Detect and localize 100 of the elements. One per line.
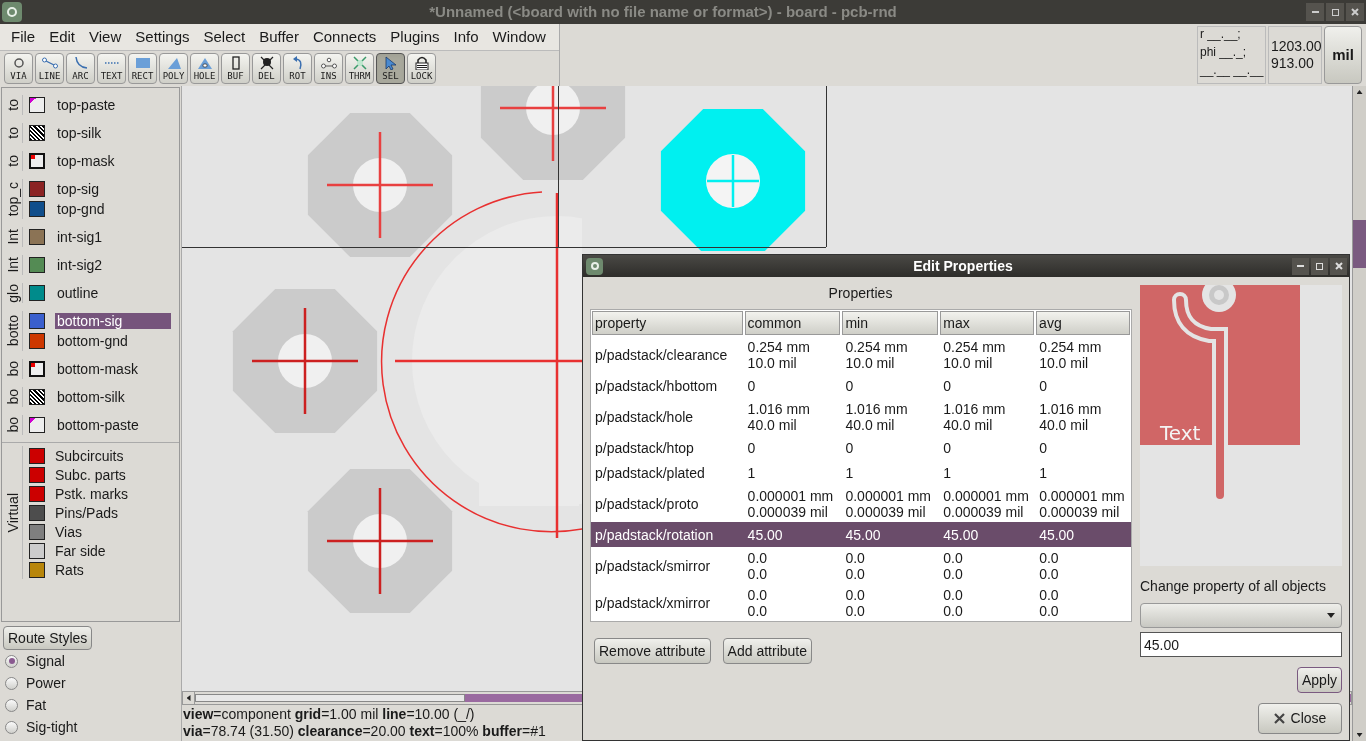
- table-row[interactable]: p/padstack/plated 1 1 1 1: [591, 460, 1131, 485]
- layer-color-swatch[interactable]: [29, 313, 45, 329]
- table-row[interactable]: p/padstack/proto 0.000001 mm 0.000039 mil 0.000001 mm 0.000039 mil 0.000001 mm 0.000039 mil 0.000001 mm 0.000039 mil: [591, 485, 1131, 522]
- layer-label[interactable]: Subc. parts: [55, 466, 126, 483]
- unit-button[interactable]: mil: [1324, 26, 1362, 84]
- layer-group-tab[interactable]: to: [4, 99, 21, 111]
- table-row[interactable]: p/padstack/rotation 45.00 45.00 45.00 45.00: [591, 522, 1131, 547]
- menu-item[interactable]: Settings: [128, 25, 197, 49]
- menu-item[interactable]: Edit: [42, 25, 83, 49]
- layer-label[interactable]: bottom-paste: [55, 417, 171, 433]
- layer-color-swatch[interactable]: [29, 542, 45, 559]
- layer-label[interactable]: bottom-silk: [55, 389, 171, 405]
- scrollbar-thumb[interactable]: [1353, 220, 1366, 268]
- tool-button[interactable]: LINE: [35, 53, 64, 84]
- dialog-button[interactable]: Add attribute: [722, 638, 812, 664]
- tool-button[interactable]: DEL: [252, 53, 281, 84]
- layer-label[interactable]: Pstk. marks: [55, 485, 129, 502]
- tool-button[interactable]: ARC: [66, 53, 95, 84]
- menu-item[interactable]: Info: [446, 25, 486, 49]
- dialog-button[interactable]: Remove attribute: [594, 638, 711, 664]
- layer-color-swatch[interactable]: [29, 485, 45, 502]
- tool-button[interactable]: POLY: [159, 53, 188, 84]
- mask-swatch-icon[interactable]: [29, 361, 45, 377]
- layer-color-swatch[interactable]: [29, 466, 45, 483]
- tool-button[interactable]: HOLE: [190, 53, 219, 84]
- layer-group-tab[interactable]: bo: [4, 389, 21, 405]
- layer-color-swatch[interactable]: [29, 201, 45, 217]
- maximize-button[interactable]: [1311, 257, 1328, 275]
- paste-swatch-icon[interactable]: [29, 417, 45, 433]
- app-icon[interactable]: [2, 2, 22, 22]
- minimize-button[interactable]: [1306, 3, 1324, 21]
- layer-color-swatch[interactable]: [29, 504, 45, 521]
- menu-item[interactable]: Plugins: [383, 25, 447, 49]
- app-icon[interactable]: [586, 257, 603, 275]
- layer-label[interactable]: Rats: [55, 561, 84, 578]
- mask-swatch-icon[interactable]: [29, 153, 45, 169]
- paste-swatch-icon[interactable]: [29, 97, 45, 113]
- apply-button[interactable]: Apply: [1296, 667, 1342, 693]
- table-row[interactable]: p/padstack/xmirror 0.0 0.0 0.0 0.0 0.0 0.0 0.0 0.0: [591, 584, 1131, 621]
- layer-label[interactable]: bottom-gnd: [55, 333, 171, 349]
- value-field[interactable]: 45.00: [1140, 632, 1342, 657]
- layer-color-swatch[interactable]: [29, 257, 45, 273]
- layer-label[interactable]: Vias: [55, 523, 82, 540]
- menu-item[interactable]: View: [82, 25, 129, 49]
- layer-group-tab[interactable]: botto: [4, 315, 21, 347]
- layer-group-tab[interactable]: Virtual: [4, 492, 21, 533]
- layer-group-tab[interactable]: to: [4, 155, 21, 167]
- table-row[interactable]: p/padstack/htop 0 0 0 0: [591, 435, 1131, 460]
- layer-label[interactable]: int-sig1: [55, 229, 171, 245]
- close-button[interactable]: [1330, 257, 1347, 275]
- tool-button[interactable]: INS: [314, 53, 343, 84]
- column-header[interactable]: avg: [1036, 311, 1130, 335]
- tool-button[interactable]: VIA: [4, 53, 33, 84]
- column-header[interactable]: max: [940, 311, 1035, 335]
- layer-group-tab[interactable]: to: [4, 127, 21, 139]
- layer-label[interactable]: int-sig2: [55, 257, 171, 273]
- layer-color-swatch[interactable]: [29, 447, 45, 464]
- tool-button[interactable]: RECT: [128, 53, 157, 84]
- tool-button[interactable]: ROT: [283, 53, 312, 84]
- radio-button[interactable]: [5, 676, 18, 690]
- layer-group-tab[interactable]: Int: [4, 257, 21, 273]
- radio-button[interactable]: [5, 654, 18, 668]
- layer-group-tab[interactable]: top_c: [4, 181, 21, 217]
- tool-button[interactable]: BUF: [221, 53, 250, 84]
- layer-group-tab[interactable]: glo: [4, 283, 21, 303]
- layer-label[interactable]: bottom-mask: [55, 361, 171, 377]
- scroll-down-icon[interactable]: [1356, 733, 1363, 737]
- layer-label[interactable]: outline: [55, 285, 171, 301]
- column-header[interactable]: min: [842, 311, 939, 335]
- hatched-swatch-icon[interactable]: [29, 389, 45, 405]
- radio-button[interactable]: [5, 720, 18, 734]
- hatched-swatch-icon[interactable]: [29, 125, 45, 141]
- restore-button[interactable]: [1326, 3, 1344, 21]
- scroll-left-icon[interactable]: [186, 695, 191, 701]
- tool-button[interactable]: SEL: [376, 53, 405, 84]
- menu-item[interactable]: Select: [196, 25, 253, 49]
- minimize-button[interactable]: [1292, 257, 1309, 275]
- layer-color-swatch[interactable]: [29, 561, 45, 578]
- layer-label[interactable]: Pins/Pads: [55, 504, 119, 521]
- column-header[interactable]: property: [592, 311, 743, 335]
- menu-item[interactable]: Window: [485, 25, 553, 49]
- table-row[interactable]: p/padstack/smirror 0.0 0.0 0.0 0.0 0.0 0.0 0.0 0.0: [591, 547, 1131, 584]
- layer-color-swatch[interactable]: [29, 181, 45, 197]
- column-header[interactable]: common: [744, 311, 841, 335]
- tool-button[interactable]: LOCK: [407, 53, 436, 84]
- tool-button[interactable]: TEXT: [97, 53, 126, 84]
- layer-color-swatch[interactable]: [29, 285, 45, 301]
- layer-label[interactable]: top-sig: [55, 181, 171, 197]
- table-row[interactable]: p/padstack/hole 1.016 mm 40.0 mil 1.016 mm 40.0 mil 1.016 mm 40.0 mil 1.016 mm 40.0 mil: [591, 398, 1131, 435]
- close-dialog-button[interactable]: Close: [1258, 703, 1342, 734]
- layer-color-swatch[interactable]: [29, 333, 45, 349]
- table-row[interactable]: p/padstack/hbottom 0 0 0 0: [591, 373, 1131, 398]
- layer-label[interactable]: top-paste: [55, 97, 171, 113]
- layer-label[interactable]: Subcircuits: [55, 447, 124, 464]
- table-row[interactable]: p/padstack/clearance 0.254 mm 10.0 mil 0.254 mm 10.0 mil 0.254 mm 10.0 mil 0.254 mm 10.0 mil: [591, 336, 1131, 373]
- scroll-up-icon[interactable]: [1356, 90, 1363, 94]
- menu-item[interactable]: Connects: [305, 25, 384, 49]
- tool-button[interactable]: THRM: [345, 53, 374, 84]
- menu-item[interactable]: Buffer: [252, 25, 306, 49]
- layer-group-tab[interactable]: Int: [4, 229, 21, 245]
